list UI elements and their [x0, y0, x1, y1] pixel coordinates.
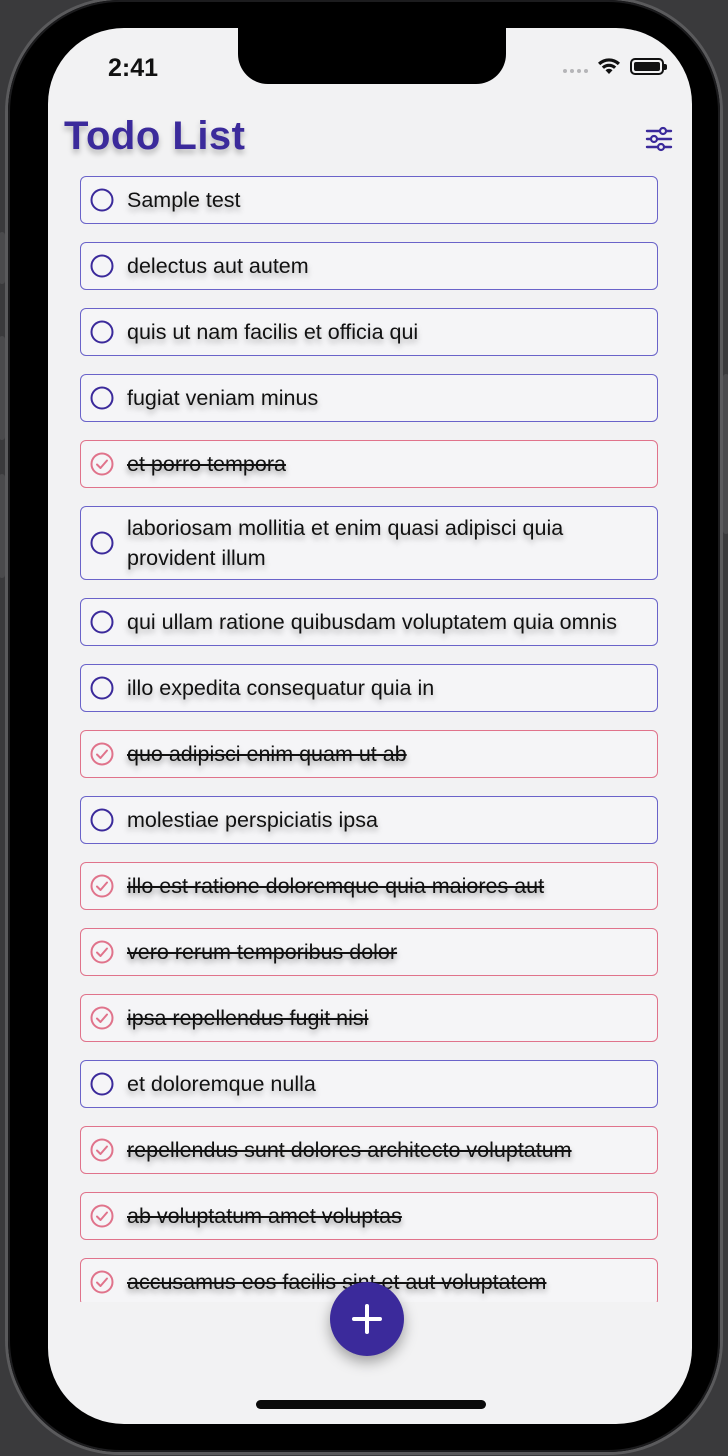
checked-circle-icon[interactable] [90, 742, 114, 766]
checked-circle-icon[interactable] [90, 1204, 114, 1228]
circle-icon[interactable] [90, 320, 114, 344]
side-button [723, 374, 728, 534]
todo-label: quo adipisci enim quam ut ab [127, 742, 407, 766]
todo-list: Sample test delectus aut autem quis ut nam… [80, 176, 660, 1302]
circle-icon[interactable] [90, 531, 114, 555]
checked-circle-icon[interactable] [90, 874, 114, 898]
todo-label: illo expedita consequatur quia in [127, 676, 435, 700]
todo-label: accusamus eos facilis sint et aut volupt… [127, 1270, 547, 1294]
status-icons [563, 56, 667, 76]
circle-icon[interactable] [90, 386, 114, 410]
todo-item[interactable]: delectus aut autem [80, 242, 658, 290]
todo-label: laboriosam mollitia et enim quasi adipis… [127, 516, 564, 570]
todo-item[interactable]: quo adipisci enim quam ut ab [80, 730, 658, 778]
home-indicator[interactable] [256, 1400, 486, 1409]
todo-item[interactable]: et doloremque nulla [80, 1060, 658, 1108]
todo-label: repellendus sunt dolores architecto volu… [127, 1138, 572, 1162]
todo-item[interactable]: molestiae perspiciatis ipsa [80, 796, 658, 844]
circle-icon[interactable] [90, 1072, 114, 1096]
cellular-icon [563, 69, 588, 73]
battery-icon [630, 57, 667, 75]
device-frame: 2:41 Todo List Sample test delectus aut … [0, 0, 728, 1452]
todo-label: quis ut nam facilis et officia qui [127, 320, 419, 344]
todo-item[interactable]: ab voluptatum amet voluptas [80, 1192, 658, 1240]
checked-circle-icon[interactable] [90, 1270, 114, 1294]
todo-label: qui ullam ratione quibusdam voluptatem q… [127, 610, 617, 634]
sliders-icon [645, 126, 673, 152]
circle-icon[interactable] [90, 808, 114, 832]
todo-item[interactable]: illo est ratione doloremque quia maiores… [80, 862, 658, 910]
circle-icon[interactable] [90, 254, 114, 278]
volume-up-button [0, 336, 5, 440]
todo-label: ab voluptatum amet voluptas [127, 1204, 402, 1228]
checked-circle-icon[interactable] [90, 1006, 114, 1030]
todo-label: ipsa repellendus fugit nisi [127, 1006, 369, 1030]
mute-switch [0, 232, 5, 284]
circle-icon[interactable] [90, 188, 114, 212]
circle-icon[interactable] [90, 610, 114, 634]
todo-item[interactable]: qui ullam ratione quibusdam voluptatem q… [80, 598, 658, 646]
plus-icon [352, 1304, 382, 1334]
todo-label: vero rerum temporibus dolor [127, 940, 398, 964]
todo-item[interactable]: et porro tempora [80, 440, 658, 488]
todo-item[interactable]: Sample test [80, 176, 658, 224]
status-time: 2:41 [108, 54, 159, 82]
todo-label: et doloremque nulla [127, 1072, 316, 1096]
circle-icon[interactable] [90, 676, 114, 700]
todo-label: fugiat veniam minus [127, 386, 319, 410]
todo-label: Sample test [127, 188, 241, 212]
volume-down-button [0, 474, 5, 578]
wifi-icon [598, 58, 620, 74]
todo-label: delectus aut autem [127, 254, 309, 278]
todo-label: et porro tempora [127, 452, 286, 476]
add-todo-button[interactable] [330, 1282, 404, 1356]
todo-label: illo est ratione doloremque quia maiores… [127, 874, 545, 898]
filter-button[interactable] [644, 124, 674, 154]
todo-item[interactable]: quis ut nam facilis et officia qui [80, 308, 658, 356]
page-title: Todo List [64, 114, 246, 158]
todo-label: molestiae perspiciatis ipsa [127, 808, 378, 832]
checked-circle-icon[interactable] [90, 940, 114, 964]
todo-item[interactable]: illo expedita consequatur quia in [80, 664, 658, 712]
app-screen: 2:41 Todo List Sample test delectus aut … [48, 28, 692, 1424]
checked-circle-icon[interactable] [90, 452, 114, 476]
todo-item[interactable]: laboriosam mollitia et enim quasi adipis… [80, 506, 658, 580]
todo-item[interactable]: repellendus sunt dolores architecto volu… [80, 1126, 658, 1174]
checked-circle-icon[interactable] [90, 1138, 114, 1162]
todo-item[interactable]: fugiat veniam minus [80, 374, 658, 422]
todo-item[interactable]: vero rerum temporibus dolor [80, 928, 658, 976]
notch [238, 28, 506, 84]
todo-item[interactable]: ipsa repellendus fugit nisi [80, 994, 658, 1042]
